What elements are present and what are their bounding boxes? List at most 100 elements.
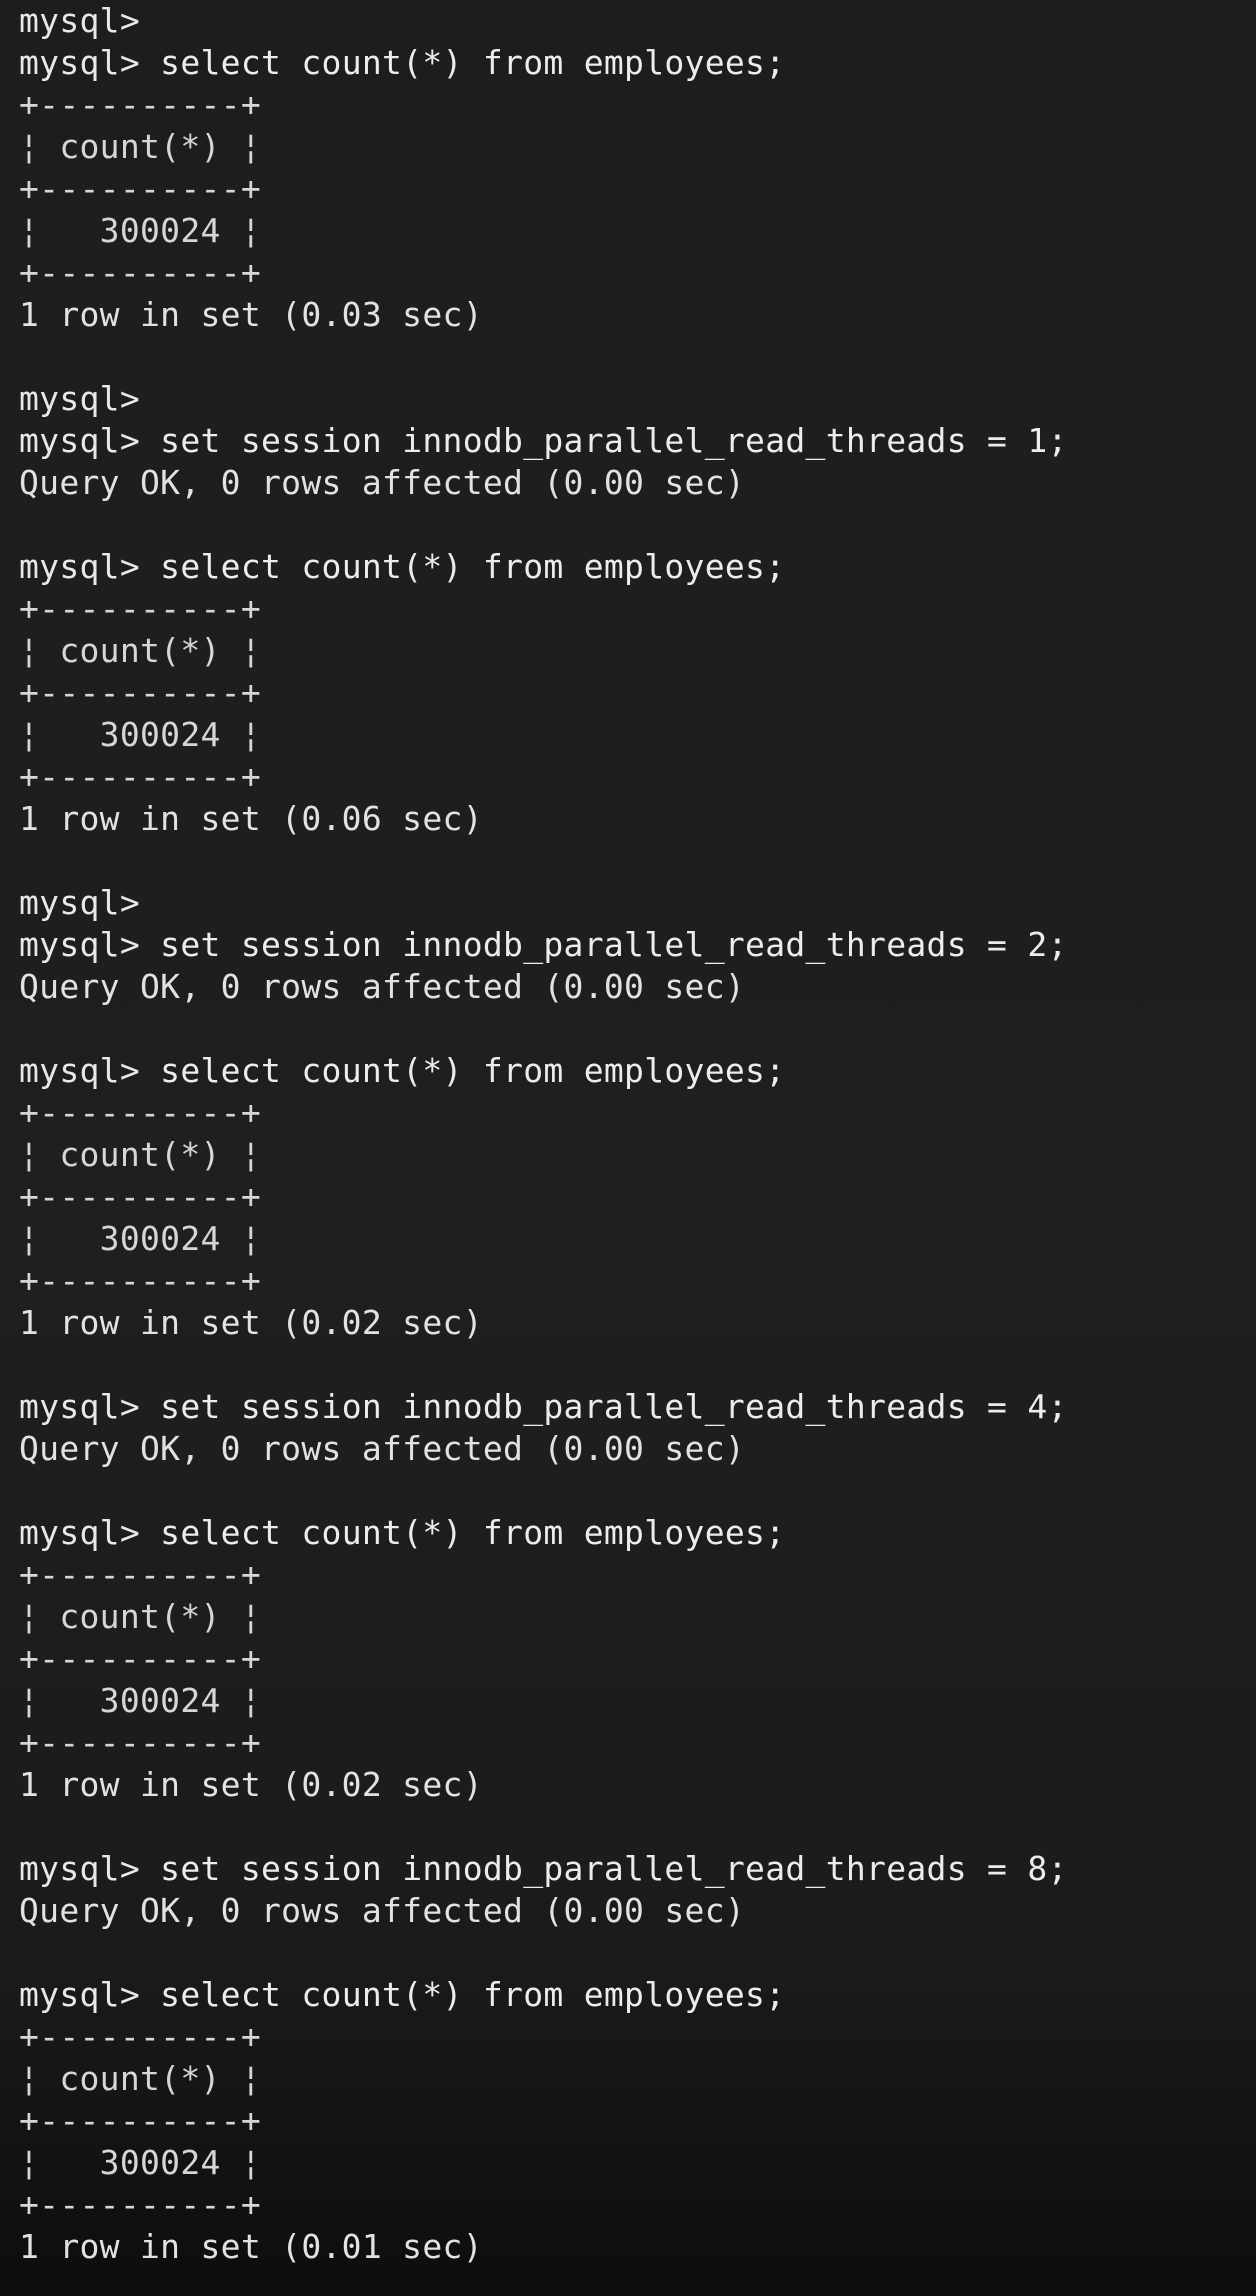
prompt-line: mysql> select count(*) from employees;: [19, 1050, 1256, 1092]
command-text: set session innodb_parallel_read_threads…: [140, 925, 1068, 964]
output-line: +----------+: [19, 588, 1256, 630]
prompt-line: mysql> select count(*) from employees;: [19, 546, 1256, 588]
prompt-text: mysql>: [19, 1, 141, 40]
table-border-line: +----------+: [19, 2185, 262, 2224]
output-line: ¦ count(*) ¦: [19, 630, 1256, 672]
result-line: Query OK, 0 rows affected (0.00 sec): [19, 967, 746, 1006]
table-border-line: ¦ 300024 ¦: [19, 715, 262, 754]
result-line: 1 row in set (0.02 sec): [19, 1765, 483, 1804]
output-line: Query OK, 0 rows affected (0.00 sec): [19, 462, 1256, 504]
prompt-text: mysql>: [19, 547, 141, 586]
output-line: +----------+: [19, 168, 1256, 210]
table-border-line: ¦ 300024 ¦: [19, 2143, 262, 2182]
prompt-line: mysql> select count(*) from employees;: [19, 42, 1256, 84]
output-line: ¦ count(*) ¦: [19, 1134, 1256, 1176]
prompt-text: mysql>: [19, 883, 141, 922]
prompt-text: mysql>: [19, 1387, 141, 1426]
output-line: +----------+: [19, 1260, 1256, 1302]
output-line: ¦ count(*) ¦: [19, 126, 1256, 168]
command-text: select count(*) from employees;: [140, 1975, 786, 2014]
prompt-line: mysql>: [19, 378, 1256, 420]
table-border-line: +----------+: [19, 1723, 262, 1762]
table-border-line: ¦ count(*) ¦: [19, 127, 262, 166]
output-line: [19, 1806, 1256, 1848]
prompt-text: mysql>: [19, 1051, 141, 1090]
command-text: select count(*) from employees;: [140, 1051, 786, 1090]
output-line: +----------+: [19, 252, 1256, 294]
table-border-line: ¦ 300024 ¦: [19, 1219, 262, 1258]
table-border-line: ¦ count(*) ¦: [19, 1135, 262, 1174]
command-text: set session innodb_parallel_read_threads…: [140, 1387, 1068, 1426]
output-line: [19, 840, 1256, 882]
table-border-line: +----------+: [19, 253, 262, 292]
table-border-line: +----------+: [19, 589, 262, 628]
prompt-text: mysql>: [19, 1849, 141, 1888]
output-line: ¦ 300024 ¦: [19, 210, 1256, 252]
command-text: set session innodb_parallel_read_threads…: [140, 421, 1068, 460]
result-line: 1 row in set (0.01 sec): [19, 2227, 483, 2266]
output-line: +----------+: [19, 756, 1256, 798]
output-line: 1 row in set (0.01 sec): [19, 2226, 1256, 2268]
output-line: +----------+: [19, 2100, 1256, 2142]
output-line: Query OK, 0 rows affected (0.00 sec): [19, 966, 1256, 1008]
table-border-line: +----------+: [19, 1261, 262, 1300]
table-border-line: +----------+: [19, 85, 262, 124]
prompt-line: mysql> select count(*) from employees;: [19, 1512, 1256, 1554]
result-line: Query OK, 0 rows affected (0.00 sec): [19, 1891, 746, 1930]
output-line: ¦ 300024 ¦: [19, 1218, 1256, 1260]
table-border-line: +----------+: [19, 2101, 262, 2140]
output-line: +----------+: [19, 2016, 1256, 2058]
output-line: ¦ 300024 ¦: [19, 1680, 1256, 1722]
terminal-output: mysql> mysql> select count(*) from employ…: [19, 0, 1256, 2268]
output-line: [19, 1344, 1256, 1386]
prompt-text: mysql>: [19, 1975, 141, 2014]
result-line: Query OK, 0 rows affected (0.00 sec): [19, 463, 746, 502]
prompt-line: mysql> set session innodb_parallel_read_…: [19, 1386, 1256, 1428]
output-line: ¦ 300024 ¦: [19, 714, 1256, 756]
output-line: [19, 1470, 1256, 1512]
prompt-text: mysql>: [19, 925, 141, 964]
output-line: +----------+: [19, 1092, 1256, 1134]
prompt-line: mysql> set session innodb_parallel_read_…: [19, 420, 1256, 462]
prompt-text: mysql>: [19, 379, 141, 418]
prompt-text: mysql>: [19, 421, 141, 460]
output-line: 1 row in set (0.06 sec): [19, 798, 1256, 840]
output-line: 1 row in set (0.03 sec): [19, 294, 1256, 336]
table-border-line: ¦ count(*) ¦: [19, 2059, 262, 2098]
output-line: +----------+: [19, 1638, 1256, 1680]
output-line: [19, 336, 1256, 378]
output-line: +----------+: [19, 1722, 1256, 1764]
output-line: [19, 504, 1256, 546]
table-border-line: ¦ 300024 ¦: [19, 211, 262, 250]
output-line: 1 row in set (0.02 sec): [19, 1302, 1256, 1344]
table-border-line: +----------+: [19, 2017, 262, 2056]
table-border-line: +----------+: [19, 1093, 262, 1132]
result-line: 1 row in set (0.02 sec): [19, 1303, 483, 1342]
prompt-text: mysql>: [19, 1513, 141, 1552]
command-text: select count(*) from employees;: [140, 1513, 786, 1552]
table-border-line: ¦ 300024 ¦: [19, 1681, 262, 1720]
output-line: Query OK, 0 rows affected (0.00 sec): [19, 1890, 1256, 1932]
prompt-text: mysql>: [19, 43, 141, 82]
command-text: select count(*) from employees;: [140, 43, 786, 82]
result-line: 1 row in set (0.03 sec): [19, 295, 483, 334]
table-border-line: ¦ count(*) ¦: [19, 1597, 262, 1636]
result-line: 1 row in set (0.06 sec): [19, 799, 483, 838]
command-text: set session innodb_parallel_read_threads…: [140, 1849, 1068, 1888]
output-line: +----------+: [19, 1176, 1256, 1218]
terminal-window[interactable]: mysql> mysql> select count(*) from employ…: [0, 0, 1256, 2296]
output-line: +----------+: [19, 84, 1256, 126]
table-border-line: ¦ count(*) ¦: [19, 631, 262, 670]
output-line: ¦ count(*) ¦: [19, 1596, 1256, 1638]
table-border-line: +----------+: [19, 1177, 262, 1216]
table-border-line: +----------+: [19, 1639, 262, 1678]
output-line: +----------+: [19, 1554, 1256, 1596]
command-text: select count(*) from employees;: [140, 547, 786, 586]
prompt-line: mysql> set session innodb_parallel_read_…: [19, 924, 1256, 966]
prompt-line: mysql>: [19, 0, 1256, 42]
table-border-line: +----------+: [19, 169, 262, 208]
output-line: Query OK, 0 rows affected (0.00 sec): [19, 1428, 1256, 1470]
table-border-line: +----------+: [19, 673, 262, 712]
prompt-line: mysql> select count(*) from employees;: [19, 1974, 1256, 2016]
output-line: ¦ count(*) ¦: [19, 2058, 1256, 2100]
